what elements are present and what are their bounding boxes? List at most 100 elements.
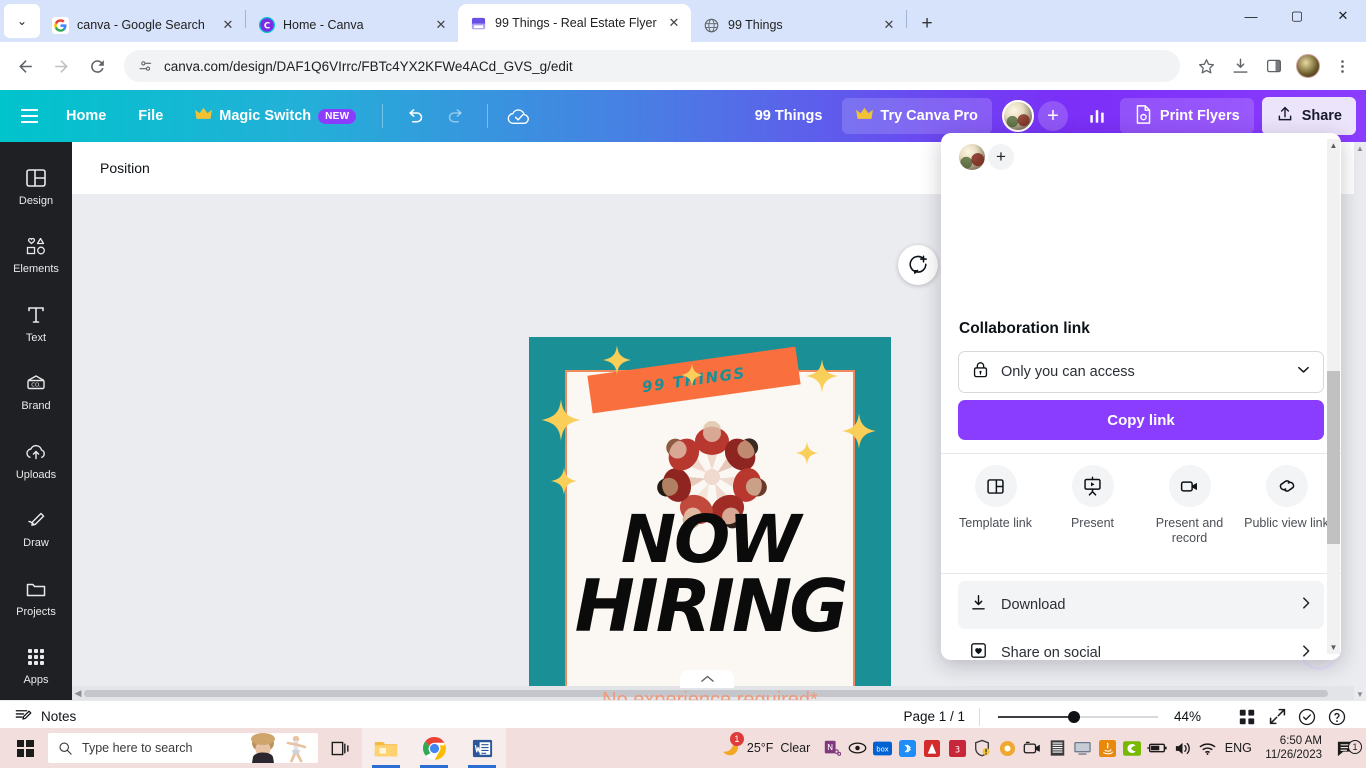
reload-button[interactable] <box>80 49 114 83</box>
browser-tab-1[interactable]: C Home - Canva ✕ <box>246 8 458 42</box>
notifications-button[interactable]: 1 <box>1332 728 1360 768</box>
file-menu-button[interactable]: File <box>124 98 177 134</box>
sidebar-item-text[interactable]: Text <box>0 289 72 358</box>
bluetooth-icon[interactable] <box>896 728 918 768</box>
taskbar-app-file-explorer[interactable] <box>362 728 410 768</box>
adobe-icon[interactable] <box>921 728 943 768</box>
flyer-headline-hiring[interactable]: HIRING <box>529 574 891 639</box>
try-canva-pro-button[interactable]: Try Canva Pro <box>842 98 992 134</box>
fullscreen-button[interactable] <box>1262 703 1292 731</box>
browser-tab-3[interactable]: 99 Things ✕ <box>691 8 906 42</box>
battery-icon[interactable] <box>1146 728 1168 768</box>
avatar[interactable] <box>959 144 985 170</box>
present-action[interactable]: Present <box>1047 465 1139 567</box>
close-icon[interactable]: ✕ <box>880 16 898 34</box>
scroll-left-arrow[interactable]: ◀ <box>72 687 84 699</box>
tab-search-button[interactable]: ⌄ <box>4 4 40 38</box>
saved-status-button[interactable] <box>1292 703 1322 731</box>
zoom-level[interactable]: 44% <box>1174 709 1210 724</box>
flyer-headline-now[interactable]: NOW <box>529 512 891 569</box>
close-icon[interactable]: ✕ <box>665 14 683 32</box>
browser-tab-0[interactable]: canva - Google Search ✕ <box>40 8 245 42</box>
add-comment-button[interactable] <box>898 245 938 285</box>
zoom-knob[interactable] <box>1068 711 1080 723</box>
sidebar-item-draw[interactable]: Draw <box>0 495 72 564</box>
security-icon[interactable] <box>971 728 993 768</box>
maximize-button[interactable]: ▢ <box>1274 0 1320 32</box>
task-view-button[interactable] <box>318 728 362 768</box>
copy-link-button[interactable]: Copy link <box>958 400 1324 440</box>
grid-view-button[interactable] <box>1232 703 1262 731</box>
sidebar-item-projects[interactable]: Projects <box>0 563 72 632</box>
sidebar-item-apps[interactable]: Apps <box>0 632 72 701</box>
chrome-menu-button[interactable] <box>1326 50 1358 82</box>
sidebar-item-elements[interactable]: Elements <box>0 221 72 290</box>
clock[interactable]: 6:50 AM 11/26/2023 <box>1258 734 1329 763</box>
scroll-thumb[interactable] <box>1327 371 1340 544</box>
back-button[interactable] <box>8 49 42 83</box>
taskbar-app-word[interactable] <box>458 728 506 768</box>
public-view-link-action[interactable]: Public view link <box>1241 465 1333 567</box>
camera-icon[interactable] <box>1021 728 1043 768</box>
help-button[interactable] <box>1322 703 1352 731</box>
share-on-social-row[interactable]: Share on social <box>958 629 1324 660</box>
taskbar-app-chrome[interactable] <box>410 728 458 768</box>
share-button[interactable]: Share <box>1262 97 1356 135</box>
collapse-panel-button[interactable] <box>680 670 734 688</box>
position-button[interactable]: Position <box>100 160 150 176</box>
forward-button[interactable] <box>44 49 78 83</box>
onenote-clip-icon[interactable]: N <box>821 728 843 768</box>
download-row[interactable]: Download <box>958 581 1324 629</box>
sidebar-item-design[interactable]: Design <box>0 152 72 221</box>
eye-icon[interactable] <box>846 728 868 768</box>
insights-button[interactable] <box>1078 98 1116 134</box>
address-bar[interactable]: canva.com/design/DAF1Q6VIrrc/FBTc4YX2KFW… <box>124 50 1180 82</box>
sidebar-item-brand[interactable]: CO. Brand <box>0 358 72 427</box>
avatar[interactable] <box>1002 100 1034 132</box>
add-people-button[interactable]: + <box>988 144 1014 170</box>
flyer-subline[interactable]: No experience required* <box>529 689 891 700</box>
zoom-slider[interactable] <box>998 709 1158 725</box>
print-flyers-button[interactable]: Print Flyers <box>1120 98 1254 134</box>
sidebar-item-uploads[interactable]: Uploads <box>0 426 72 495</box>
page-indicator[interactable]: Page 1 / 1 <box>903 709 965 724</box>
settings-icon[interactable] <box>996 728 1018 768</box>
wifi-icon[interactable] <box>1196 728 1218 768</box>
add-collaborator-button[interactable]: + <box>1038 101 1068 131</box>
redo-button[interactable] <box>437 98 475 134</box>
java-icon[interactable] <box>1096 728 1118 768</box>
bookmark-star-button[interactable] <box>1190 50 1222 82</box>
notes-button[interactable]: Notes <box>14 706 76 728</box>
home-button[interactable]: Home <box>52 98 120 134</box>
scroll-down-arrow[interactable]: ▼ <box>1327 641 1340 654</box>
volume-icon[interactable] <box>1171 728 1193 768</box>
server-icon[interactable] <box>1046 728 1068 768</box>
nvidia-icon[interactable] <box>1121 728 1143 768</box>
cloud-saved-button[interactable] <box>500 98 538 134</box>
downloads-button[interactable] <box>1224 50 1256 82</box>
updates-icon[interactable]: 3 <box>946 728 968 768</box>
taskbar-search-input[interactable]: Type here to search <box>48 733 318 763</box>
undo-button[interactable] <box>395 98 433 134</box>
side-panel-button[interactable] <box>1258 50 1290 82</box>
flyer-design[interactable]: 99 THINGS <box>529 337 891 700</box>
weather-widget[interactable]: 1 25°F Clear <box>707 735 818 762</box>
display-icon[interactable] <box>1071 728 1093 768</box>
scroll-up-arrow[interactable]: ▲ <box>1327 139 1340 152</box>
box-icon[interactable]: box <box>871 728 893 768</box>
scroll-up-arrow[interactable]: ▲ <box>1354 142 1366 154</box>
profile-button[interactable] <box>1292 50 1324 82</box>
document-title[interactable]: 99 Things <box>739 108 839 124</box>
access-level-select[interactable]: Only you can access <box>958 351 1324 393</box>
new-tab-button[interactable]: + <box>913 10 941 38</box>
language-indicator[interactable]: ENG <box>1221 728 1255 768</box>
template-link-action[interactable]: Template link <box>950 465 1042 567</box>
main-menu-button[interactable] <box>10 98 48 134</box>
close-icon[interactable]: ✕ <box>219 16 237 34</box>
close-icon[interactable]: ✕ <box>432 16 450 34</box>
present-and-record-action[interactable]: Present and record <box>1144 465 1236 567</box>
start-button[interactable] <box>2 728 48 768</box>
minimize-button[interactable]: — <box>1228 0 1274 32</box>
close-window-button[interactable]: ✕ <box>1320 0 1366 32</box>
magic-switch-button[interactable]: Magic Switch NEW <box>181 98 370 134</box>
